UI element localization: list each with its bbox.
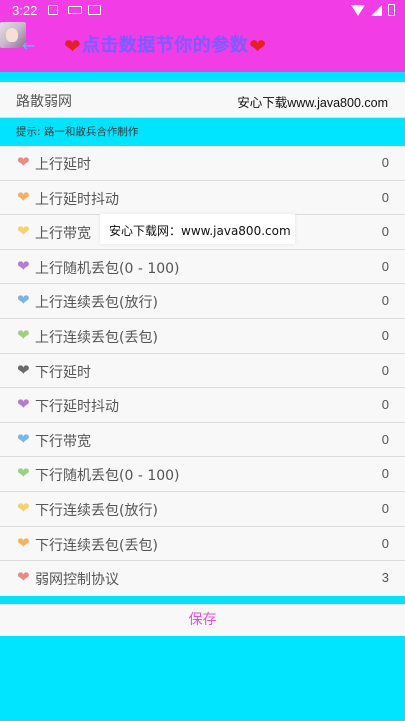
heart-icon: ❤ <box>17 464 30 483</box>
row-label: 下行连续丢包(放行) <box>35 503 158 519</box>
list-item[interactable]: ❤ 上行延时 0 <box>0 146 405 181</box>
heart-icon: ❤ <box>17 429 30 448</box>
divider-strip <box>0 72 405 82</box>
row-value: 0 <box>381 535 389 551</box>
heart-icon: ❤ <box>249 34 267 58</box>
row-value: 0 <box>381 501 389 516</box>
toolbar-title-group: ❤ 点击数据节你的参数 ❤ <box>64 35 266 57</box>
list-item[interactable]: ❤ 下行连续丢包(放行) 0 <box>0 492 405 527</box>
heart-icon: ❤ <box>17 187 30 206</box>
preset-value: 安心下载www.java800.com <box>237 96 388 110</box>
wifi-icon <box>351 4 365 16</box>
row-value: 0 <box>381 293 389 309</box>
tip-banner: 提示: 路一和散兵合作制作 <box>0 118 405 146</box>
battery-icon <box>388 4 395 16</box>
row-label: 上行延时 <box>35 157 91 173</box>
watermark-text: 安心下载网：www.java800.com <box>109 224 291 238</box>
row-value: 3 <box>381 570 389 586</box>
preset-selector[interactable]: 路散弱网 安心下载www.java800.com <box>0 82 405 118</box>
heart-icon: ❤ <box>17 499 30 517</box>
heart-icon: ❤ <box>17 326 30 344</box>
status-bar: 3:22 <box>0 0 405 22</box>
list-item[interactable]: ❤ 下行连续丢包(丢包) 0 <box>0 527 405 562</box>
row-label: 下行延时 <box>35 364 91 381</box>
page-title: 点击数据节你的参数 <box>81 35 249 56</box>
row-label: 下行延时抖动 <box>35 399 119 416</box>
heart-icon: ❤ <box>17 153 30 171</box>
row-label: 下行随机丢包(0 - 100) <box>35 468 180 485</box>
list-item[interactable]: ❤ 上行随机丢包(0 - 100) 0 <box>0 250 405 285</box>
heart-icon: ❤ <box>17 533 30 552</box>
row-value: 0 <box>381 362 389 378</box>
heart-icon: ❤ <box>64 34 81 58</box>
heart-icon: ❤ <box>17 291 30 310</box>
row-label: 上行带宽 <box>35 226 91 243</box>
row-value: 0 <box>381 189 389 205</box>
save-bar: 保存 <box>0 604 405 636</box>
row-label: 下行连续丢包(丢包) <box>35 537 158 554</box>
row-value: 0 <box>381 431 389 447</box>
signal-icon <box>371 4 382 16</box>
list-item[interactable]: ❤ 上行连续丢包(放行) 0 <box>0 284 405 319</box>
heart-icon: ❤ <box>17 222 30 241</box>
toolbar: ← ❤ 点击数据节你的参数 ❤ <box>0 22 405 72</box>
watermark-overlay: 安心下载网：www.java800.com <box>100 214 295 244</box>
list-item[interactable]: ❤ 下行延时抖动 0 <box>0 388 405 423</box>
heart-icon: ❤ <box>17 360 30 379</box>
tip-text: 提示: 路一和散兵合作制作 <box>16 126 139 138</box>
list-item[interactable]: ❤ 下行带宽 0 <box>0 423 405 458</box>
notification-mail-icon <box>68 6 82 14</box>
row-label: 弱网控制协议 <box>35 572 119 589</box>
row-value: 0 <box>381 224 389 240</box>
back-arrow-icon[interactable]: ← <box>22 36 35 55</box>
preset-label: 路散弱网 <box>16 94 72 110</box>
notification-card-icon <box>88 5 101 15</box>
row-value: 0 <box>381 155 389 170</box>
list-item[interactable]: ❤ 下行随机丢包(0 - 100) 0 <box>0 457 405 492</box>
list-item[interactable]: ❤ 下行延时 0 <box>0 354 405 389</box>
row-label: 下行带宽 <box>35 433 91 450</box>
list-item[interactable]: ❤ 上行连续丢包(丢包) 0 <box>0 319 405 354</box>
row-label: 上行随机丢包(0 - 100) <box>35 260 180 277</box>
notification-a-icon <box>48 5 58 15</box>
row-label: 上行连续丢包(放行) <box>35 295 158 312</box>
row-label: 上行连续丢包(丢包) <box>35 330 158 346</box>
heart-icon: ❤ <box>17 256 30 275</box>
row-value: 0 <box>381 328 389 343</box>
row-label: 上行延时抖动 <box>35 191 119 208</box>
save-button[interactable]: 保存 <box>0 604 405 636</box>
status-time: 3:22 <box>12 3 38 18</box>
row-value: 0 <box>381 258 389 274</box>
row-value: 0 <box>381 466 389 482</box>
heart-icon: ❤ <box>17 568 30 587</box>
heart-icon: ❤ <box>17 395 30 414</box>
row-value: 0 <box>381 397 389 413</box>
list-item[interactable]: ❤ 上行延时抖动 0 <box>0 181 405 216</box>
list-item[interactable]: ❤ 弱网控制协议 3 <box>0 561 405 596</box>
